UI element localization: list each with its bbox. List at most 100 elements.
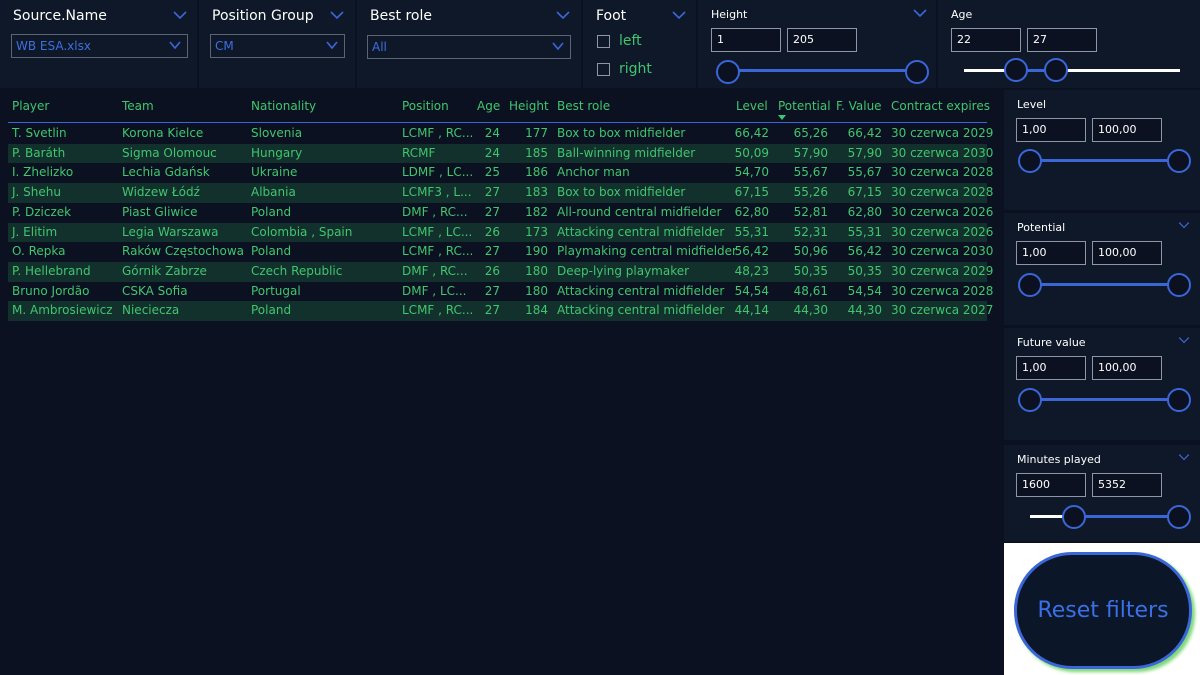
table-row[interactable]: P. Hellebrand Górnik Zabrze Czech Republic…	[8, 261, 993, 282]
chevron-down-icon[interactable]	[556, 10, 570, 20]
cell-f-value: 44,30	[847, 303, 882, 318]
col-header-f-value[interactable]: F. Value	[836, 99, 882, 113]
potential-slider-track[interactable]	[1030, 283, 1180, 286]
foot-right-label[interactable]: right	[619, 61, 652, 77]
table-row[interactable]: J. Shehu Widzew Łódź Albania LCMF3 , L... 27…	[8, 183, 993, 203]
potential-min-handle[interactable]	[1018, 273, 1042, 297]
cell-nationality: Ukraine	[251, 165, 298, 180]
col-header-team[interactable]: Team	[122, 99, 154, 113]
potential-max-input[interactable]: 100,00	[1092, 241, 1162, 265]
future-value-slider-track[interactable]	[1030, 398, 1180, 401]
minutes-played-slider-track[interactable]	[1074, 515, 1180, 518]
cell-player: J. Shehu	[12, 185, 61, 200]
chevron-down-icon	[169, 41, 181, 50]
col-header-level[interactable]: Level	[736, 99, 768, 113]
source-name-dropdown[interactable]: WB ESA.xlsx	[11, 34, 188, 58]
cell-f-value: 55,67	[847, 165, 882, 180]
table-row[interactable]: P. Baráth Sigma Olomouc Hungary RCMF 24 185 Ba…	[8, 143, 993, 164]
cell-age: 27	[484, 303, 500, 318]
minutes-played-min-input[interactable]: 1600	[1016, 473, 1086, 497]
col-header-player[interactable]: Player	[12, 99, 49, 113]
cell-position: DMF , LC...	[402, 283, 467, 298]
cell-level: 66,42	[734, 126, 769, 140]
chevron-down-icon[interactable]	[173, 10, 187, 20]
level-slider-track[interactable]	[1030, 159, 1180, 162]
chevron-down-icon[interactable]	[1178, 453, 1190, 461]
minutes-played-max-input[interactable]: 5352	[1092, 473, 1162, 497]
chevron-down-icon[interactable]	[330, 10, 344, 20]
col-header-nationality[interactable]: Nationality	[251, 99, 316, 113]
cell-contract-expires: 30 czerwca 2030	[891, 145, 994, 160]
foot-right-checkbox[interactable]	[597, 63, 610, 76]
age-max-input[interactable]: 27	[1027, 28, 1097, 52]
col-header-height[interactable]: Height	[509, 99, 549, 113]
age-title: Age	[951, 8, 973, 21]
chevron-down-icon[interactable]	[1178, 221, 1190, 229]
age-max-handle[interactable]	[1044, 58, 1068, 82]
age-min-input[interactable]: 22	[951, 28, 1021, 52]
best-role-title: Best role	[370, 8, 432, 24]
level-min-handle[interactable]	[1018, 149, 1042, 173]
potential-max-handle[interactable]	[1167, 273, 1191, 297]
cell-best-role: Deep-lying playmaker	[557, 263, 690, 278]
col-header-potential[interactable]: Potential	[778, 99, 831, 113]
cell-nationality: Poland	[251, 204, 292, 219]
col-header-contract-expires[interactable]: Contract expires	[891, 99, 990, 113]
cell-position: LCMF , RC...	[402, 303, 474, 318]
cell-team: Korona Kielce	[122, 126, 204, 140]
cell-height: 184	[525, 303, 548, 318]
col-header-best-role[interactable]: Best role	[557, 99, 610, 113]
height-min-input[interactable]: 1	[711, 28, 781, 52]
cell-player: P. Hellebrand	[12, 263, 91, 278]
future-value-min-handle[interactable]	[1018, 388, 1042, 412]
cell-f-value: 62,80	[847, 204, 882, 219]
source-name-slicer: Source.Name WB ESA.xlsx	[0, 0, 197, 88]
source-name-value: WB ESA.xlsx	[16, 39, 91, 53]
level-max-handle[interactable]	[1167, 149, 1191, 173]
foot-left-label[interactable]: left	[619, 33, 642, 49]
reset-filters-button[interactable]: Reset filters	[1014, 552, 1192, 669]
table-row[interactable]: I. Zhelizko Lechia Gdańsk Ukraine LDMF , LC…	[8, 163, 993, 183]
minutes-played-max-handle[interactable]	[1167, 505, 1191, 529]
col-header-position[interactable]: Position	[402, 99, 449, 113]
table-row[interactable]: P. Dziczek Piast Gliwice Poland DMF , RC...…	[8, 203, 993, 223]
cell-player: J. Elitim	[12, 224, 58, 239]
table-row[interactable]: J. Elitim Legia Warszawa Colombia , Spain L…	[8, 222, 993, 243]
age-min-handle[interactable]	[1004, 58, 1028, 82]
cell-height: 180	[525, 283, 548, 298]
table-row[interactable]: M. Ambrosiewicz Nieciecza Poland LCMF , RC.…	[8, 301, 993, 321]
cell-age: 24	[484, 145, 500, 160]
table-row[interactable]: T. Svetlin Korona Kielce Slovenia LCMF , RC…	[8, 124, 993, 144]
height-slider-track[interactable]	[727, 69, 917, 72]
cell-team: Legia Warszawa	[122, 224, 219, 239]
cell-age: 27	[484, 283, 500, 298]
table-row[interactable]: O. Repka Raków Częstochowa Poland LCMF , RC…	[8, 242, 993, 262]
table-row[interactable]: Bruno Jordão CSKA Sofia Portugal DMF , LC..…	[8, 282, 993, 302]
best-role-dropdown[interactable]: All	[367, 35, 571, 59]
future-value-max-input[interactable]: 100,00	[1092, 356, 1162, 380]
future-value-max-handle[interactable]	[1167, 388, 1191, 412]
cell-potential: 55,67	[793, 165, 828, 180]
minutes-played-min-handle[interactable]	[1062, 505, 1086, 529]
cell-potential: 50,35	[793, 263, 828, 278]
best-role-value: All	[372, 40, 387, 54]
height-max-input[interactable]: 205	[787, 28, 857, 52]
height-min-handle[interactable]	[716, 60, 740, 84]
sort-desc-icon	[778, 115, 786, 120]
foot-left-checkbox[interactable]	[597, 35, 610, 48]
level-max-input[interactable]: 100,00	[1092, 118, 1162, 142]
level-min-input[interactable]: 1,00	[1016, 118, 1086, 142]
height-max-handle[interactable]	[905, 60, 929, 84]
cell-age: 27	[484, 185, 500, 200]
potential-min-input[interactable]: 1,00	[1016, 241, 1086, 265]
chevron-down-icon[interactable]	[672, 10, 686, 20]
age-track-right	[1056, 69, 1180, 72]
position-group-dropdown[interactable]: CM	[210, 34, 345, 58]
col-header-age[interactable]: Age	[477, 99, 500, 113]
cell-position: RCMF	[402, 145, 436, 160]
cell-best-role: Attacking central midfielder	[557, 283, 725, 298]
chevron-down-icon[interactable]	[913, 8, 927, 18]
future-value-min-input[interactable]: 1,00	[1016, 356, 1086, 380]
chevron-down-icon[interactable]	[1178, 336, 1190, 344]
cell-f-value: 66,42	[847, 126, 882, 140]
